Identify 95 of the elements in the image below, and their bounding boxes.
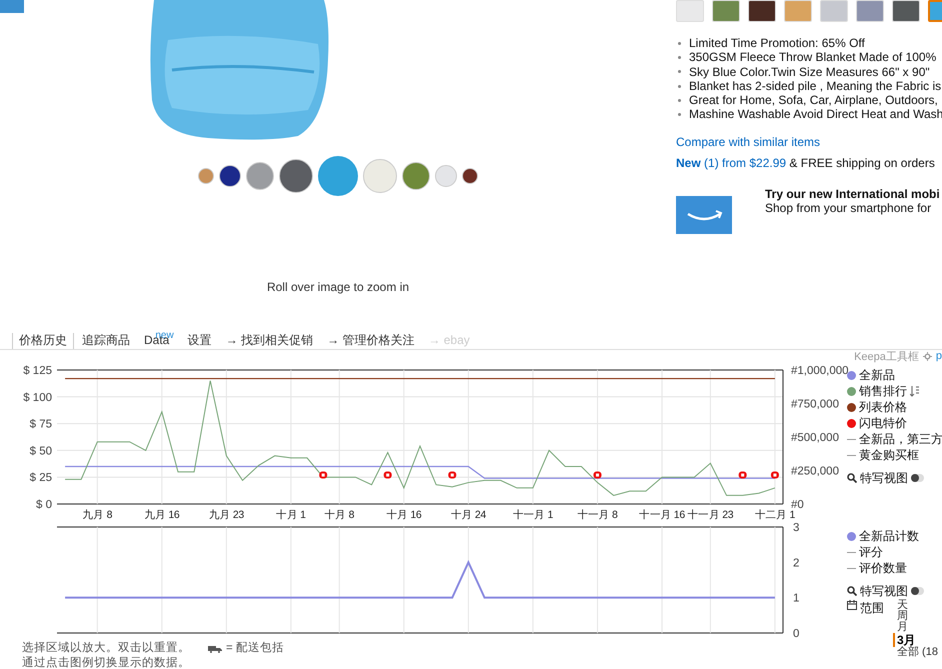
- zoom-hint: Roll over image to zoom in: [266, 280, 410, 294]
- axis-label: #0: [791, 499, 804, 511]
- color-option[interactable]: [363, 159, 397, 193]
- axis-label: 十一月 16: [639, 509, 685, 521]
- lightning-deal-marker[interactable]: [448, 472, 456, 479]
- axis-label: 十月 24: [450, 509, 486, 521]
- axis-label: 1: [793, 592, 800, 605]
- axis-label: 0: [793, 628, 800, 640]
- toolbar-label: Keepa工具框: [854, 350, 919, 364]
- legend-item[interactable]: 闪电特价: [847, 415, 942, 431]
- sort-icon[interactable]: [910, 386, 919, 396]
- lightning-deal-marker[interactable]: [738, 472, 747, 479]
- search-icon: [847, 473, 857, 483]
- range-option[interactable]: 天: [893, 600, 938, 611]
- color-option[interactable]: [462, 168, 478, 184]
- axis-label: 十月 1: [276, 509, 306, 521]
- axis-label: $ 125: [23, 365, 52, 377]
- axis-label: 十一月 23: [688, 509, 734, 521]
- tab[interactable]: 设置: [182, 333, 218, 349]
- axis-label: 2: [793, 557, 800, 570]
- promo-title: Try our new International mobi: [765, 186, 940, 201]
- tab[interactable]: → 管理价格关注: [321, 333, 420, 349]
- legend-item[interactable]: 全新品计数: [847, 528, 942, 544]
- range-option[interactable]: 3月: [893, 633, 938, 647]
- axis-label: 十二月 1: [754, 509, 796, 521]
- legend-label: 列表价格: [859, 398, 907, 416]
- color-option[interactable]: [402, 162, 430, 190]
- legend-label: 全新品计数: [859, 528, 919, 544]
- legend-item[interactable]: 销售排行: [847, 383, 942, 399]
- tab[interactable]: 价格历史: [12, 333, 74, 349]
- axis-label: #250,000: [791, 466, 839, 478]
- shipping-legend: = 配送包括: [226, 641, 284, 656]
- legend-item[interactable]: 评价数量: [847, 560, 942, 576]
- axis-label: $ 75: [30, 418, 52, 431]
- axis-label: 十月 8: [324, 509, 354, 521]
- legend-item[interactable]: 列表价格: [847, 399, 942, 415]
- lightning-deal-marker[interactable]: [384, 472, 392, 479]
- legend-label: 评价数量: [859, 560, 907, 576]
- axis-label: $ 100: [23, 392, 52, 404]
- axis-label: 十一月 8: [577, 509, 618, 521]
- legend-item[interactable]: 评分: [847, 544, 942, 560]
- toggle-switch[interactable]: [911, 474, 924, 482]
- zoom-instructions: 选择区域以放大。双击以重置。: [22, 641, 190, 656]
- legend-item[interactable]: 全新品: [847, 367, 942, 383]
- legend-label: 全新品: [859, 366, 895, 384]
- compare-link[interactable]: Compare with similar items: [676, 134, 942, 149]
- legend-item[interactable]: 黄金购买框: [847, 447, 942, 463]
- tab[interactable]: 追踪商品: [76, 333, 136, 349]
- lightning-deal-marker[interactable]: [319, 472, 328, 479]
- range-label: 范围: [860, 600, 884, 617]
- axis-label: #750,000: [791, 398, 839, 410]
- tab[interactable]: → 找到相关促销: [220, 333, 320, 349]
- legend-instructions: 通过点击图例切换显示的数据。: [22, 656, 191, 669]
- offer-link[interactable]: New (1) from $22.99: [676, 156, 786, 170]
- color-option[interactable]: [318, 156, 358, 196]
- range-option[interactable]: 周: [893, 611, 938, 622]
- closeup-label: 特写视图: [860, 582, 908, 599]
- product-thumbnail[interactable]: [0, 0, 24, 13]
- color-option[interactable]: [246, 162, 274, 190]
- color-option[interactable]: [279, 159, 313, 193]
- axis-label: 九月 23: [208, 509, 244, 521]
- axis-label: $ 50: [30, 445, 52, 458]
- toolbar-link[interactable]: p: [936, 350, 942, 362]
- color-option[interactable]: [435, 165, 457, 187]
- color-option[interactable]: [219, 165, 241, 187]
- axis-label: #1,000,000: [791, 365, 849, 377]
- lightning-deal-marker[interactable]: [770, 472, 779, 479]
- legend-label: 销售排行: [859, 382, 907, 400]
- promo-text: Shop from your smartphone for: [765, 200, 932, 215]
- search-icon: [847, 586, 857, 596]
- axis-label: 十一月 1: [512, 509, 554, 521]
- color-option[interactable]: [198, 168, 214, 184]
- axis-label: $ 25: [30, 472, 52, 484]
- feature-bullet: Great for Home, Sofa, Car, Airplane, Outdoors,: [689, 93, 938, 108]
- range-option[interactable]: 月: [893, 622, 938, 633]
- range-option[interactable]: 全部 (18: [893, 647, 938, 658]
- shipping-text: & FREE shipping on orders: [789, 156, 935, 170]
- axis-label: 3: [793, 522, 800, 534]
- feature-bullet: 350GSM Fleece Throw Blanket Made of 100%: [689, 50, 936, 65]
- legend-label: 闪电特价: [859, 414, 907, 432]
- axis-label: #500,000: [791, 432, 839, 444]
- calendar-icon: [847, 600, 857, 610]
- lightning-deal-marker[interactable]: [593, 472, 602, 479]
- truck-icon: [208, 644, 222, 652]
- closeup-label: 特写视图: [860, 470, 908, 486]
- axis-label: 九月 8: [82, 509, 112, 521]
- feature-bullet: Sky Blue Color.Twin Size Measures 66" x 90": [689, 64, 930, 79]
- feature-bullet: Blanket has 2-sided pile , Meaning the Fabric is: [689, 78, 942, 94]
- axis-label: 十月 16: [386, 509, 422, 521]
- axis-label: $ 0: [36, 499, 52, 511]
- toggle-switch[interactable]: [911, 587, 924, 595]
- legend-label: 评分: [859, 544, 883, 560]
- legend-label: 黄金购买框: [859, 446, 919, 464]
- axis-label: 九月 16: [144, 509, 180, 521]
- feature-bullet: Limited Time Promotion: 65% Off: [689, 36, 865, 50]
